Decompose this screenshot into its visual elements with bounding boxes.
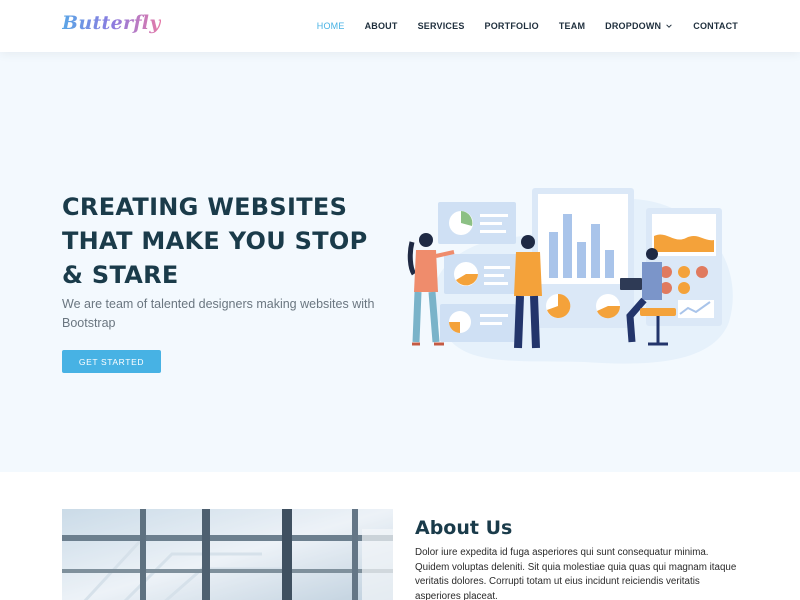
hero-section: CREATING WEBSITES THAT MAKE YOU STOP & S…: [0, 52, 800, 472]
about-image: [62, 509, 393, 600]
site-header: Butterfly HOME ABOUT SERVICES PORTFOLIO …: [0, 0, 800, 52]
chevron-down-icon: [666, 24, 673, 28]
nav-team[interactable]: TEAM: [559, 21, 585, 31]
about-title: About Us: [415, 517, 513, 539]
nav-home[interactable]: HOME: [317, 21, 345, 31]
nav-contact[interactable]: CONTACT: [693, 21, 738, 31]
nav-dropdown-label: DROPDOWN: [605, 21, 662, 31]
get-started-button[interactable]: GET STARTED: [62, 350, 161, 373]
hero-subtitle: We are team of talented designers making…: [62, 297, 375, 330]
nav-dropdown[interactable]: DROPDOWN: [605, 21, 673, 31]
nav-services[interactable]: SERVICES: [418, 21, 465, 31]
nav-portfolio[interactable]: PORTFOLIO: [485, 21, 539, 31]
logo[interactable]: Butterfly: [62, 12, 161, 34]
about-text: Dolor iure expedita id fuga asperiores q…: [415, 547, 737, 600]
main-nav: HOME ABOUT SERVICES PORTFOLIO TEAM DROPD…: [317, 0, 738, 52]
hero-illustration: [407, 188, 733, 364]
building-window-image: [62, 509, 393, 600]
nav-about[interactable]: ABOUT: [365, 21, 398, 31]
hero-title: CREATING WEBSITES THAT MAKE YOU STOP & S…: [62, 193, 368, 289]
